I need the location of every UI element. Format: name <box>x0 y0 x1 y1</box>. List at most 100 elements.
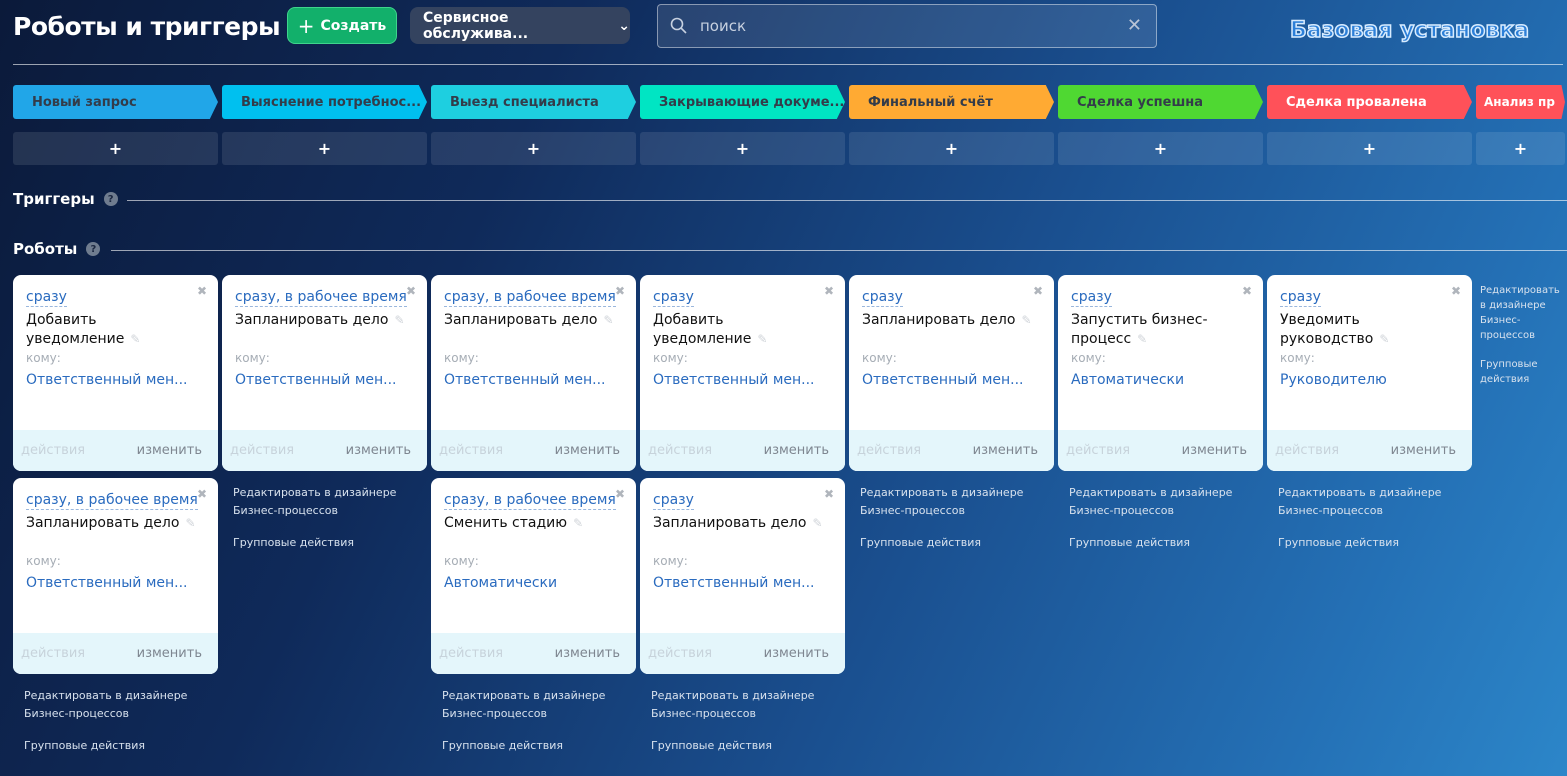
close-icon[interactable]: ✖ <box>824 284 834 298</box>
close-icon[interactable]: ✖ <box>615 487 625 501</box>
edit-in-designer-link[interactable]: Редактировать в дизайнере Бизнес-процесс… <box>860 484 1054 520</box>
stage-tab[interactable]: Сделка провалена <box>1267 85 1472 119</box>
robot-delay-link[interactable]: сразу, в рабочее время <box>444 491 616 510</box>
edit-link[interactable]: изменить <box>1182 443 1247 458</box>
recipient-link[interactable]: Ответственный мен... <box>26 575 188 591</box>
pencil-icon[interactable]: ✎ <box>757 332 767 346</box>
robot-card[interactable]: сразу, в рабочее время ✖ Сменить стадию ✎… <box>431 478 636 674</box>
robot-delay-link[interactable]: сразу <box>653 288 694 307</box>
edit-in-designer-link[interactable]: Редактировать в дизайнере Бизнес-процесс… <box>651 687 845 723</box>
edit-link[interactable]: изменить <box>973 443 1038 458</box>
recipient-link[interactable]: Ответственный мен... <box>26 372 188 388</box>
stage-tab[interactable]: Закрывающие докуме... <box>640 85 845 119</box>
robot-card[interactable]: сразу ✖ Запланировать дело ✎ кому: Ответс… <box>640 478 845 674</box>
edit-in-designer-link[interactable]: Редактировать в дизайнере Бизнес-процесс… <box>1278 484 1472 520</box>
add-robot-button[interactable]: + <box>222 132 427 165</box>
pencil-icon[interactable]: ✎ <box>1021 313 1031 327</box>
create-button[interactable]: + Создать <box>287 7 397 44</box>
robot-delay-link[interactable]: сразу <box>1280 288 1321 307</box>
robot-delay-link[interactable]: сразу, в рабочее время <box>444 288 616 307</box>
edit-in-designer-link[interactable]: Редактировать в дизайнере Бизнес-процесс… <box>442 687 636 723</box>
actions-link[interactable]: действия <box>648 443 712 458</box>
category-dropdown[interactable]: Сервисное обслужива... ⌄ <box>410 7 630 44</box>
edit-link[interactable]: изменить <box>1391 443 1456 458</box>
stage-tab[interactable]: Новый запрос <box>13 85 218 119</box>
add-robot-button[interactable]: + <box>1058 132 1263 165</box>
actions-link[interactable]: действия <box>857 443 921 458</box>
stage-tab[interactable]: Выяснение потребнос... <box>222 85 427 119</box>
recipient-link[interactable]: Руководителю <box>1280 372 1387 388</box>
robot-card[interactable]: сразу, в рабочее время ✖ Запланировать д… <box>13 478 218 674</box>
group-actions-link[interactable]: Групповые действия <box>24 737 218 755</box>
edit-in-designer-link[interactable]: Редактировать в дизайнере Бизнес-процесс… <box>24 687 218 723</box>
robot-delay-link[interactable]: сразу, в рабочее время <box>26 491 198 510</box>
pencil-icon[interactable]: ✎ <box>130 332 140 346</box>
add-robot-button[interactable]: + <box>431 132 636 165</box>
add-robot-button[interactable]: + <box>1476 132 1565 165</box>
actions-link[interactable]: действия <box>21 646 85 661</box>
close-icon[interactable]: ✖ <box>406 284 416 298</box>
clear-search-icon[interactable]: ✕ <box>1127 15 1142 36</box>
stage-tab[interactable]: Сделка успешна <box>1058 85 1263 119</box>
robot-delay-link[interactable]: сразу <box>26 288 67 307</box>
pencil-icon[interactable]: ✎ <box>603 313 613 327</box>
recipient-link[interactable]: Ответственный мен... <box>862 372 1024 388</box>
close-icon[interactable]: ✖ <box>1451 284 1461 298</box>
group-actions-link[interactable]: Групповые действия <box>233 534 427 552</box>
robot-delay-link[interactable]: сразу <box>1071 288 1112 307</box>
recipient-link[interactable]: Автоматически <box>444 575 557 591</box>
pencil-icon[interactable]: ✎ <box>394 313 404 327</box>
close-icon[interactable]: ✖ <box>1242 284 1252 298</box>
robot-card[interactable]: сразу ✖ Добавить уведомление ✎ кому: Отве… <box>13 275 218 471</box>
robot-delay-link[interactable]: сразу, в рабочее время <box>235 288 407 307</box>
edit-link[interactable]: изменить <box>137 443 202 458</box>
edit-link[interactable]: изменить <box>346 443 411 458</box>
group-actions-link[interactable]: Групповые действия <box>442 737 636 755</box>
group-actions-link[interactable]: Групповые действия <box>651 737 845 755</box>
actions-link[interactable]: действия <box>439 646 503 661</box>
actions-link[interactable]: действия <box>439 443 503 458</box>
pencil-icon[interactable]: ✎ <box>1379 332 1389 346</box>
stage-tab[interactable]: Выезд специалиста <box>431 85 636 119</box>
actions-link[interactable]: действия <box>21 443 85 458</box>
add-robot-button[interactable]: + <box>13 132 218 165</box>
close-icon[interactable]: ✖ <box>197 284 207 298</box>
add-robot-button[interactable]: + <box>1267 132 1472 165</box>
stage-tab[interactable]: Финальный счёт <box>849 85 1054 119</box>
robot-card[interactable]: сразу ✖ Уведомить руководство ✎ кому: Рук… <box>1267 275 1472 471</box>
stage-tab[interactable]: Анализ пр <box>1476 85 1565 119</box>
group-actions-link[interactable]: Групповые действия <box>1480 357 1565 387</box>
close-icon[interactable]: ✖ <box>824 487 834 501</box>
edit-link[interactable]: изменить <box>137 646 202 661</box>
pencil-icon[interactable]: ✎ <box>573 516 583 530</box>
edit-link[interactable]: изменить <box>555 646 620 661</box>
recipient-link[interactable]: Ответственный мен... <box>653 372 815 388</box>
edit-in-designer-link[interactable]: Редактировать в дизайнере Бизнес-процесс… <box>1480 283 1565 343</box>
actions-link[interactable]: действия <box>230 443 294 458</box>
pencil-icon[interactable]: ✎ <box>812 516 822 530</box>
search-input[interactable] <box>700 17 1120 35</box>
help-icon[interactable]: ? <box>103 192 118 206</box>
close-icon[interactable]: ✖ <box>615 284 625 298</box>
robot-delay-link[interactable]: сразу <box>862 288 903 307</box>
help-icon[interactable]: ? <box>86 242 101 256</box>
recipient-link[interactable]: Ответственный мен... <box>235 372 397 388</box>
edit-in-designer-link[interactable]: Редактировать в дизайнере Бизнес-процесс… <box>1069 484 1263 520</box>
group-actions-link[interactable]: Групповые действия <box>860 534 1054 552</box>
actions-link[interactable]: действия <box>1275 443 1339 458</box>
robot-card[interactable]: сразу ✖ Запланировать дело ✎ кому: Ответс… <box>849 275 1054 471</box>
actions-link[interactable]: действия <box>1066 443 1130 458</box>
robot-delay-link[interactable]: сразу <box>653 491 694 510</box>
recipient-link[interactable]: Автоматически <box>1071 372 1184 388</box>
group-actions-link[interactable]: Групповые действия <box>1069 534 1263 552</box>
edit-link[interactable]: изменить <box>764 443 829 458</box>
pencil-icon[interactable]: ✎ <box>1137 332 1147 346</box>
group-actions-link[interactable]: Групповые действия <box>1278 534 1472 552</box>
actions-link[interactable]: действия <box>648 646 712 661</box>
close-icon[interactable]: ✖ <box>197 487 207 501</box>
robot-card[interactable]: сразу ✖ Добавить уведомление ✎ кому: Отве… <box>640 275 845 471</box>
robot-card[interactable]: сразу, в рабочее время ✖ Запланировать д… <box>431 275 636 471</box>
robot-card[interactable]: сразу, в рабочее время ✖ Запланировать д… <box>222 275 427 471</box>
close-icon[interactable]: ✖ <box>1033 284 1043 298</box>
add-robot-button[interactable]: + <box>849 132 1054 165</box>
